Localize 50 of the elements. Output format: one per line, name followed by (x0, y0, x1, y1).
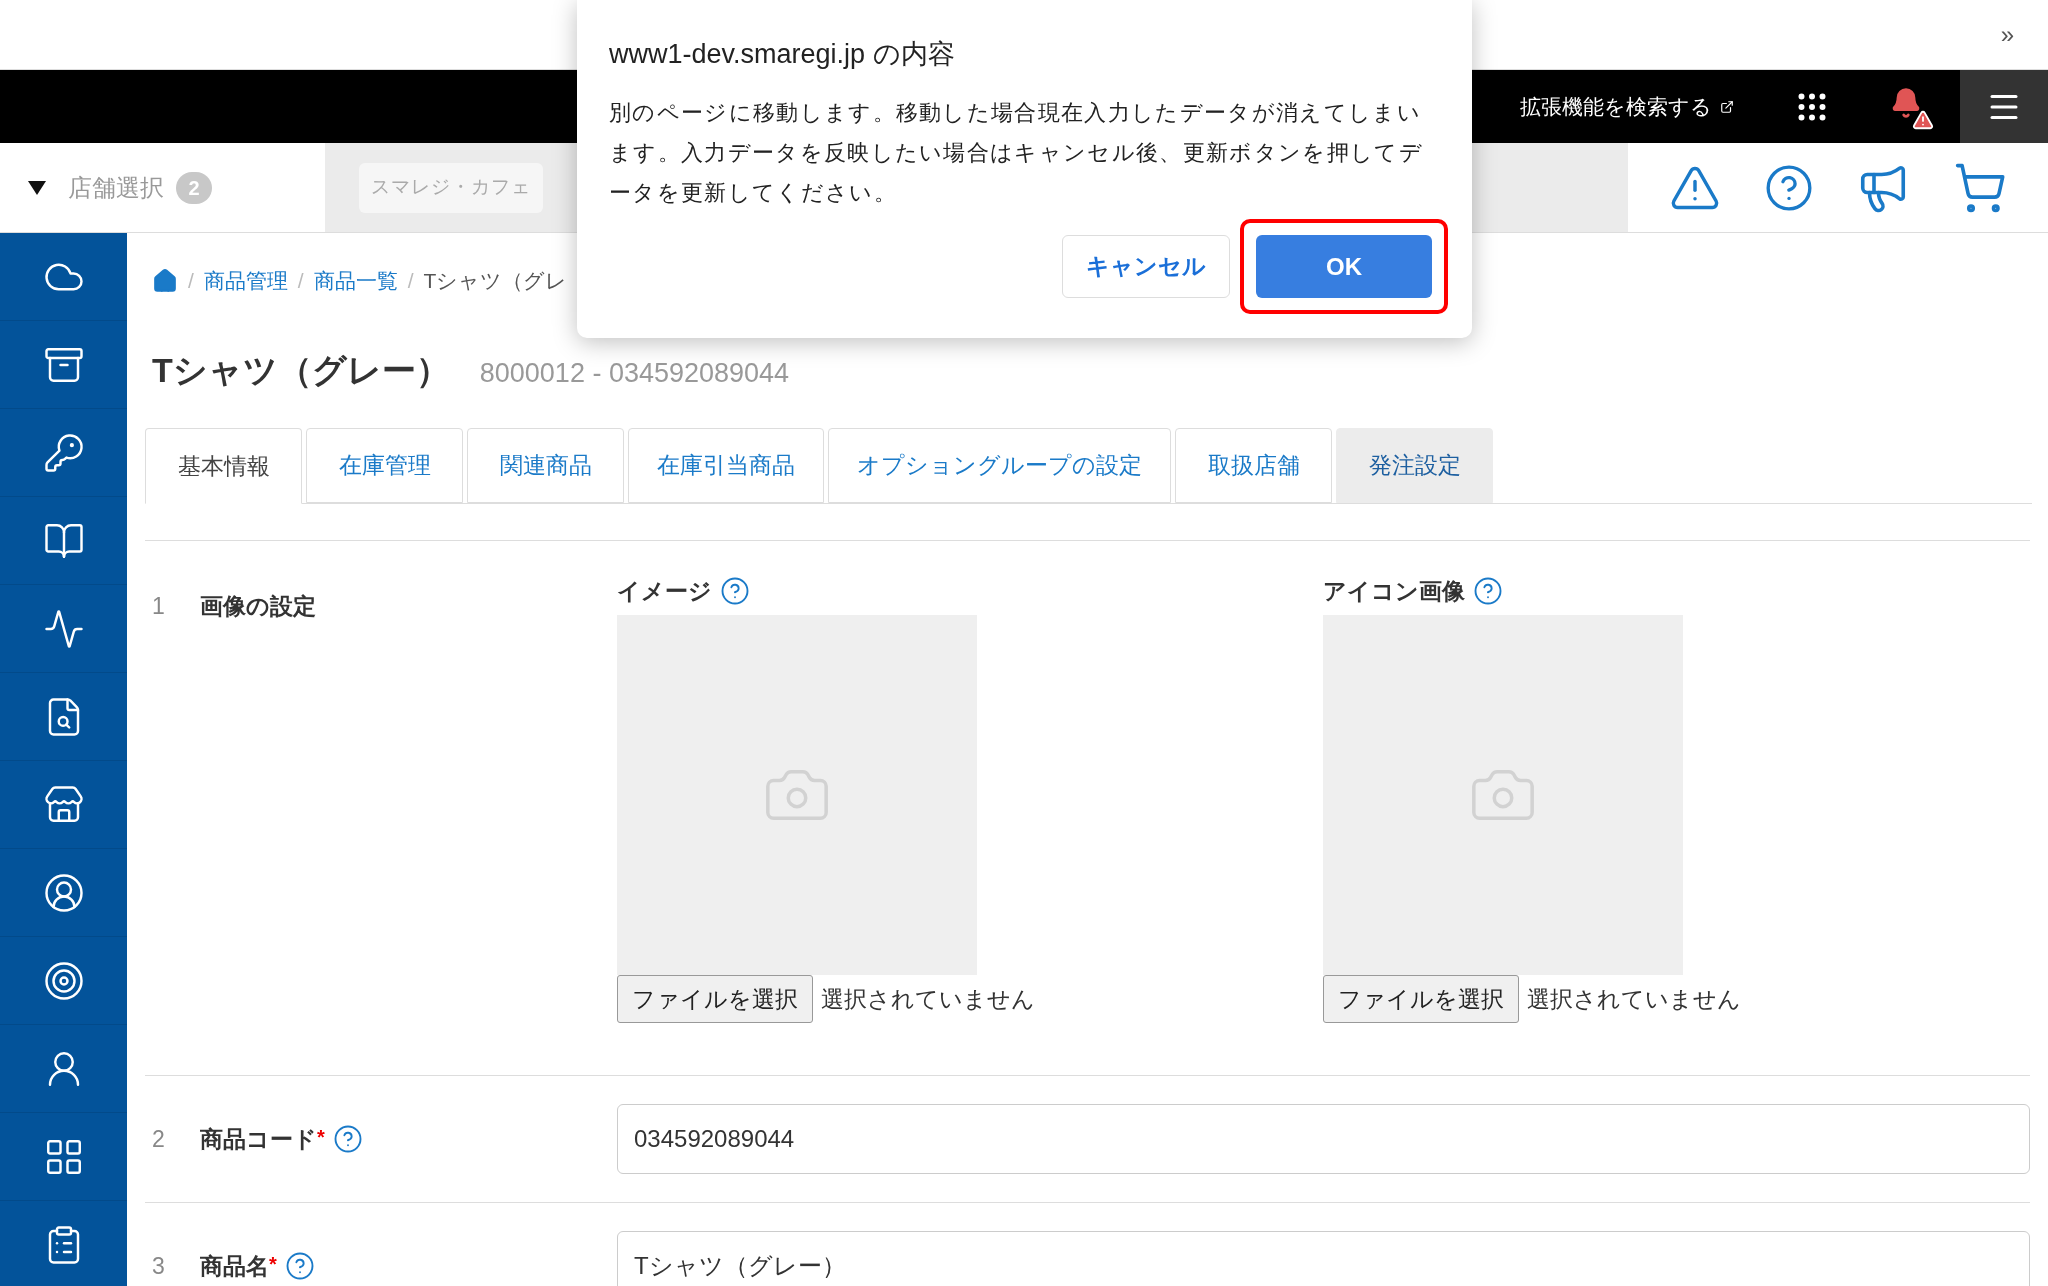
file-select-button[interactable]: ファイルを選択 (617, 975, 813, 1023)
ok-button[interactable]: OK (1256, 235, 1432, 298)
help-icon[interactable] (1473, 576, 1503, 606)
dropdown-triangle-icon[interactable] (28, 180, 46, 195)
field-label: 画像の設定 (200, 592, 316, 621)
breadcrumb-current: Tシャツ（グレ (423, 268, 568, 295)
image-label: アイコン画像 (1323, 576, 1465, 606)
store-select-label[interactable]: 店舗選択 (68, 169, 164, 206)
product-code: 8000012 - 034592089044 (479, 357, 790, 390)
tab[interactable]: 在庫管理 (306, 428, 463, 503)
target-icon[interactable] (42, 959, 85, 1002)
field-label: 商品名 (200, 1251, 269, 1281)
text-input[interactable]: Tシャツ（グレー） (617, 1231, 2030, 1286)
dialog-message: 別のページに移動します。移動した場合現在入力したデータが消えてしまいます。入力データを反映したい場合はキャンセル後、更新ボタンを押してデータを更新してください。 (609, 98, 1424, 207)
help-icon[interactable] (720, 576, 750, 606)
tab[interactable]: オプショングループの設定 (828, 428, 1171, 503)
tab[interactable]: 在庫引当商品 (628, 428, 824, 503)
dialog-title: www1-dev.smaregi.jp の内容 (609, 38, 956, 71)
tab[interactable]: 関連商品 (467, 428, 624, 503)
text-input[interactable]: 034592089044 (617, 1104, 2030, 1174)
file-select-button[interactable]: ファイルを選択 (1323, 975, 1519, 1023)
key-icon[interactable] (42, 431, 85, 474)
extensions-link[interactable]: 拡張機能を検索する (1520, 90, 1734, 123)
required-mark: * (269, 1251, 277, 1277)
file-status: 選択されていません (1527, 984, 1741, 1014)
help-icon[interactable] (332, 1124, 363, 1154)
row-number: 2 (152, 1124, 166, 1154)
row-number: 1 (152, 592, 166, 621)
menu-button[interactable] (1960, 70, 2048, 143)
user-icon[interactable] (42, 871, 85, 914)
line-graph-icon[interactable] (42, 607, 85, 650)
cancel-button[interactable]: キャンセル (1062, 235, 1230, 298)
field-label: 商品コード (200, 1124, 317, 1154)
breadcrumb-separator: / (297, 268, 304, 295)
breadcrumb-separator: / (407, 268, 414, 295)
image-label: イメージ (617, 576, 712, 606)
breadcrumb-separator: / (188, 268, 194, 295)
tab[interactable]: 基本情報 (145, 428, 302, 504)
home-icon[interactable] (152, 268, 178, 294)
external-link-icon (1720, 99, 1734, 114)
product-title: Tシャツ（グレー） (152, 350, 450, 391)
required-mark: * (317, 1124, 325, 1150)
breadcrumb-link[interactable]: 商品一覧 (313, 265, 398, 297)
tab[interactable]: 発注設定 (1336, 428, 1493, 503)
breadcrumb-link[interactable]: 商品管理 (203, 265, 288, 297)
row-number: 3 (152, 1251, 166, 1281)
tab[interactable]: 取扱店舗 (1175, 428, 1332, 503)
file-status: 選択されていません (821, 984, 1035, 1014)
help-icon[interactable] (284, 1251, 315, 1281)
expand-toggle[interactable]: » (2000, 16, 2014, 53)
